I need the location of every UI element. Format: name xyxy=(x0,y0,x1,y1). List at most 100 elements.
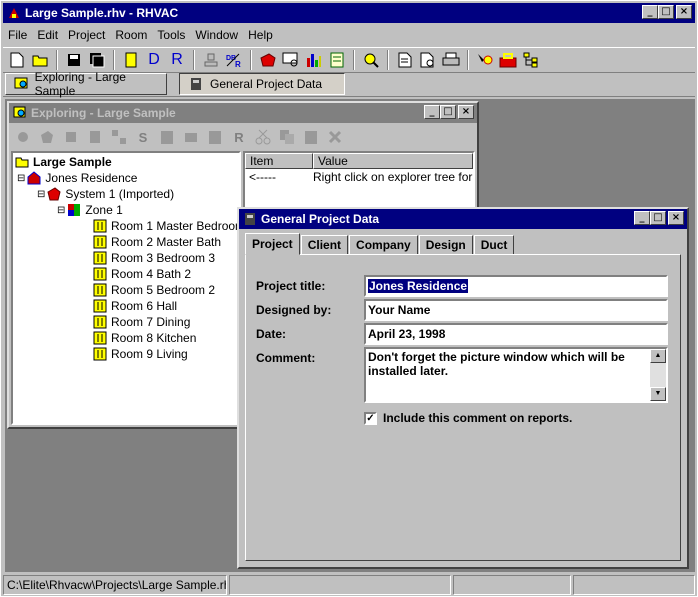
tree-room-label: Room 4 Bath 2 xyxy=(111,267,192,281)
comment-field[interactable]: Don't forget the picture window which wi… xyxy=(364,347,668,403)
tree-room[interactable]: Room 4 Bath 2 xyxy=(93,266,191,282)
checkbox-box[interactable]: ✓ xyxy=(364,411,377,425)
tab-client[interactable]: Client xyxy=(300,235,349,255)
menu-window[interactable]: Window xyxy=(190,28,243,42)
tree-residence-label: Jones Residence xyxy=(45,171,138,185)
explorer-tree[interactable]: Large Sample ⊟ Jones Residence ⊟ System … xyxy=(11,151,245,425)
tab-company[interactable]: Company xyxy=(349,235,418,255)
tab-design[interactable]: Design xyxy=(418,235,473,255)
new-file-icon[interactable] xyxy=(7,50,27,70)
project-data-titlebar[interactable]: General Project Data _ □ × xyxy=(239,209,687,229)
tree-room[interactable]: Room 3 Bedroom 3 xyxy=(93,250,215,266)
close-button[interactable]: × xyxy=(676,5,692,19)
help-pointer-icon[interactable] xyxy=(475,50,495,70)
tree-room[interactable]: Room 9 Living xyxy=(93,346,188,362)
tab-general-project-data-label: General Project Data xyxy=(210,77,323,91)
printer-icon[interactable] xyxy=(441,50,461,70)
scroll-down-button[interactable]: ▼ xyxy=(650,387,666,401)
add-zone-icon[interactable] xyxy=(61,127,81,147)
add-node-icon[interactable] xyxy=(13,127,33,147)
designed-by-field[interactable]: Your Name xyxy=(364,299,668,321)
add-room-icon[interactable] xyxy=(85,127,105,147)
toolbar-separator xyxy=(113,50,115,70)
list-item[interactable]: <----- Right click on explorer tree for … xyxy=(245,169,473,185)
tab-project[interactable]: Project xyxy=(245,233,300,255)
menu-room[interactable]: Room xyxy=(110,28,152,42)
scroll-up-button[interactable]: ▲ xyxy=(650,349,666,363)
include-comment-checkbox[interactable]: ✓ Include this comment on reports. xyxy=(364,411,572,425)
tree-room[interactable]: Room 5 Bedroom 2 xyxy=(93,282,215,298)
tree-zone[interactable]: ⊟ Zone 1 xyxy=(57,202,123,218)
add-system-icon[interactable] xyxy=(37,127,57,147)
app-titlebar[interactable]: Large Sample.rhv - RHVAC _ □ × xyxy=(3,3,695,23)
d-letter-icon[interactable]: D xyxy=(144,50,164,70)
cut-icon[interactable] xyxy=(253,127,273,147)
comment-scrollbar[interactable]: ▲ ▼ xyxy=(650,349,666,401)
room-icon xyxy=(93,315,107,329)
explorer-minimize-button[interactable]: _ xyxy=(424,105,440,119)
tab-general-project-data[interactable]: General Project Data xyxy=(179,73,345,95)
tree-room-label: Room 6 Hall xyxy=(111,299,178,313)
report-green-icon[interactable] xyxy=(327,50,347,70)
maximize-button[interactable]: □ xyxy=(658,5,674,19)
toolbox-icon[interactable] xyxy=(498,50,518,70)
paste-r-icon[interactable] xyxy=(301,127,321,147)
menu-tools[interactable]: Tools xyxy=(152,28,190,42)
copy-r-icon[interactable] xyxy=(277,127,297,147)
status-path: C:\Elite\Rhvacw\Projects\Large Sample.rh… xyxy=(3,575,227,595)
building-icon[interactable] xyxy=(121,50,141,70)
tree-room[interactable]: Room 6 Hall xyxy=(93,298,177,314)
dialog-minimize-button[interactable]: _ xyxy=(634,211,650,225)
project-title-field[interactable]: Jones Residence xyxy=(364,275,668,297)
menu-edit[interactable]: Edit xyxy=(32,28,63,42)
erase-icon[interactable] xyxy=(181,127,201,147)
tree-system[interactable]: ⊟ System 1 (Imported) xyxy=(37,186,174,202)
minimize-button[interactable]: _ xyxy=(642,5,658,19)
designed-by-label: Designed by: xyxy=(256,303,332,317)
delete-icon[interactable] xyxy=(325,127,345,147)
menu-file[interactable]: File xyxy=(3,28,32,42)
tree-zone-label: Zone 1 xyxy=(85,203,123,217)
open-folder-icon[interactable] xyxy=(30,50,50,70)
tree-view-icon[interactable] xyxy=(521,50,541,70)
stamp-icon[interactable] xyxy=(201,50,221,70)
save-all-icon[interactable] xyxy=(87,50,107,70)
date-field[interactable]: April 23, 1998 xyxy=(364,323,668,345)
copy-icon[interactable] xyxy=(205,127,225,147)
dialog-maximize-button[interactable]: □ xyxy=(650,211,666,225)
find-icon[interactable] xyxy=(361,50,381,70)
tab-duct[interactable]: Duct xyxy=(473,235,515,255)
explorer-s-icon[interactable]: S xyxy=(133,127,153,147)
column-value[interactable]: Value xyxy=(313,153,473,169)
tree-room[interactable]: Room 1 Master Bedroom xyxy=(93,218,245,234)
explorer-maximize-button[interactable]: □ xyxy=(440,105,456,119)
menu-project[interactable]: Project xyxy=(63,28,110,42)
tree-room[interactable]: Room 7 Dining xyxy=(93,314,190,330)
explorer-close-button[interactable]: × xyxy=(458,105,474,119)
open-folder-icon xyxy=(15,157,29,168)
tree-room[interactable]: Room 8 Kitchen xyxy=(93,330,196,346)
tree-root[interactable]: Large Sample xyxy=(15,154,112,170)
preview-icon[interactable] xyxy=(281,50,301,70)
bar-chart-icon[interactable] xyxy=(304,50,324,70)
explorer-r-icon[interactable]: R xyxy=(229,127,249,147)
project-data-window: General Project Data _ □ × Project Clien… xyxy=(237,207,689,569)
tree-residence[interactable]: ⊟ Jones Residence xyxy=(17,170,137,186)
dialog-close-button[interactable]: × xyxy=(668,211,684,225)
tree-room[interactable]: Room 2 Master Bath xyxy=(93,234,221,250)
print-preview-icon[interactable] xyxy=(418,50,438,70)
room-icon xyxy=(93,347,107,361)
tab-exploring[interactable]: Exploring - Large Sample xyxy=(5,70,167,98)
explorer-titlebar[interactable]: Exploring - Large Sample _ □ × xyxy=(9,103,477,123)
add-group-icon[interactable] xyxy=(109,127,129,147)
db-r-icon[interactable]: DB R xyxy=(224,50,244,70)
menu-help[interactable]: Help xyxy=(243,28,278,42)
system-icon[interactable] xyxy=(258,50,278,70)
paste-icon[interactable] xyxy=(157,127,177,147)
app-title: Large Sample.rhv - RHVAC xyxy=(25,6,179,20)
save-icon[interactable] xyxy=(64,50,84,70)
document-icon[interactable] xyxy=(395,50,415,70)
r-letter-icon[interactable]: R xyxy=(167,50,187,70)
column-item[interactable]: Item xyxy=(245,153,313,169)
rhvac-app-icon xyxy=(9,8,19,18)
